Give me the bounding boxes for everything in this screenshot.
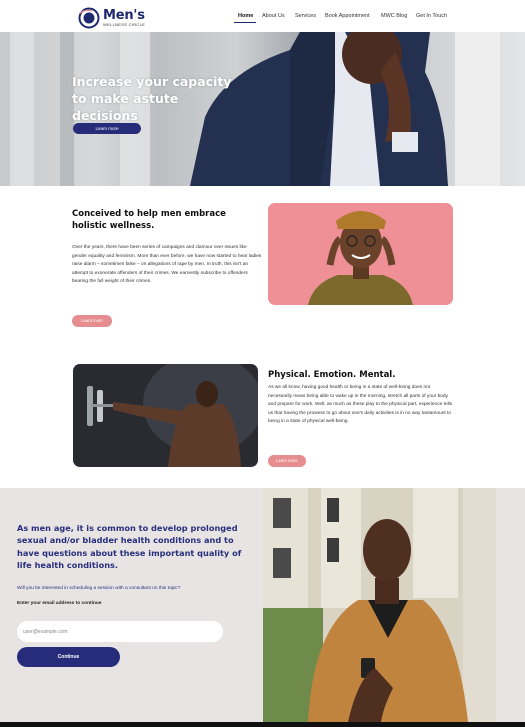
hero-title: Increase your capacity to make astute de… xyxy=(72,74,232,123)
physical-learn-more-button[interactable]: Learn more xyxy=(268,455,306,467)
holistic-section-title: Conceived to help men embrace holistic w… xyxy=(72,209,226,231)
phone-man-figure xyxy=(263,488,496,722)
nav-active-indicator xyxy=(234,22,256,23)
nav-about-us[interactable]: About Us xyxy=(262,13,285,19)
signup-heading: As men age, it is common to develop prol… xyxy=(17,523,242,571)
nav-home[interactable]: Home xyxy=(238,13,253,19)
physical-section-title: Physical. Emotion. Mental. xyxy=(268,370,396,380)
phone-man-image xyxy=(263,488,496,722)
smiling-man-figure xyxy=(308,211,413,305)
hero-banner: Increase your capacity to make astute de… xyxy=(0,32,525,186)
footer-bar xyxy=(0,722,525,727)
hero-learn-more-button[interactable]: Learn more xyxy=(73,123,141,134)
site-header: Men's WELLNESS CIRCLE Home About Us Serv… xyxy=(0,0,525,32)
main-nav: Home About Us Services Book Appointment … xyxy=(0,13,525,25)
physical-section-body: As we all know, having good health or be… xyxy=(268,385,453,425)
signup-question: Will you be interested in scheduling a s… xyxy=(17,586,181,591)
email-label: Enter your email address to continue xyxy=(17,601,102,606)
holistic-section-body: Over the years, there have been series o… xyxy=(72,245,262,285)
email-field[interactable] xyxy=(17,621,223,642)
continue-button[interactable]: Continue xyxy=(17,647,120,667)
nav-mwc-blog[interactable]: MWC Blog xyxy=(381,13,407,19)
holistic-learn-more-button[interactable]: Learn more xyxy=(72,315,112,327)
nav-book-appointment[interactable]: Book Appointment xyxy=(325,13,370,19)
athlete-image xyxy=(73,364,258,467)
nav-get-in-touch[interactable]: Get In Touch xyxy=(416,13,447,19)
smiling-man-image xyxy=(268,203,453,305)
nav-services[interactable]: Services xyxy=(295,13,316,19)
athlete-figure xyxy=(87,364,258,467)
